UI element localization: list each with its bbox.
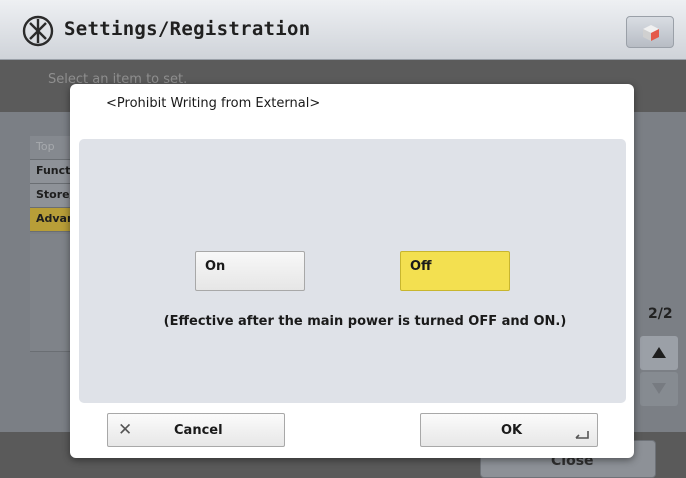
option-on-label: On xyxy=(205,259,226,274)
status-monitor-button[interactable] xyxy=(626,16,674,48)
ok-button[interactable]: OK xyxy=(420,413,598,447)
scroll-up-button[interactable] xyxy=(640,336,678,370)
title-bar: Settings/Registration xyxy=(0,0,686,60)
option-on-button[interactable]: On xyxy=(195,251,305,291)
page-title: Settings/Registration xyxy=(64,18,311,40)
corner-arrow-icon xyxy=(575,431,589,439)
triangle-up-icon xyxy=(652,347,666,358)
cancel-button[interactable]: ✕ Cancel xyxy=(107,413,285,447)
scroll-down-button[interactable] xyxy=(640,372,678,406)
option-off-button[interactable]: Off xyxy=(400,251,510,291)
dialog-body xyxy=(79,139,626,403)
page-indicator: 2/2 xyxy=(648,306,673,322)
cube-icon xyxy=(643,25,659,41)
triangle-down-icon xyxy=(652,383,666,394)
prohibit-writing-dialog: <Prohibit Writing from External> On Off … xyxy=(70,84,634,458)
dialog-title: <Prohibit Writing from External> xyxy=(106,96,321,111)
close-icon: ✕ xyxy=(118,420,133,440)
option-off-label: Off xyxy=(410,259,432,274)
ok-button-label: OK xyxy=(501,423,523,438)
power-cycle-note: (Effective after the main power is turne… xyxy=(163,314,567,329)
settings-registration-icon xyxy=(21,14,55,48)
cancel-button-label: Cancel xyxy=(174,423,223,438)
